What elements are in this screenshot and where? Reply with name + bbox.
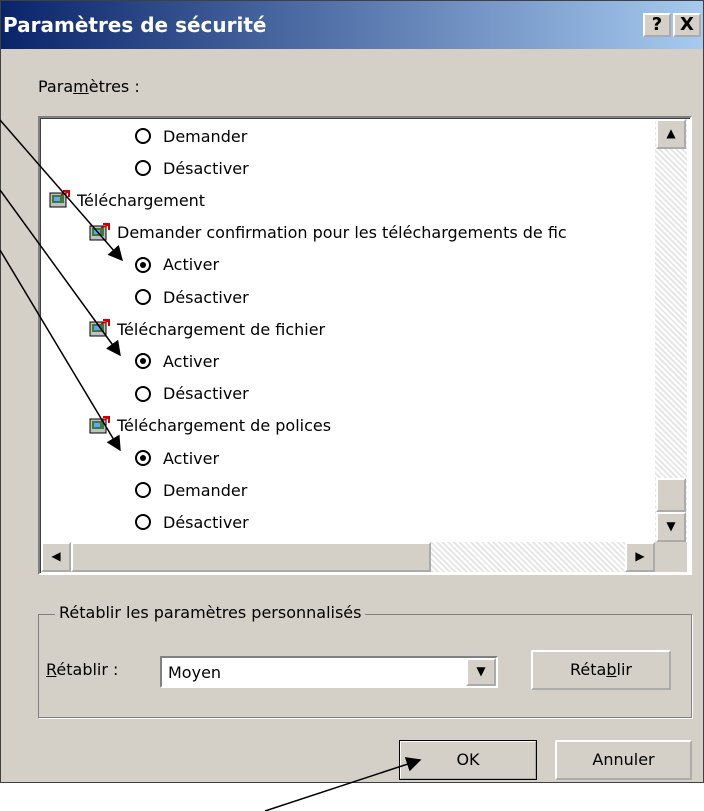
annotation-arrows [0, 119, 422, 811]
arrow-to-download-confirm [0, 119, 123, 262]
arrow-to-file-download [0, 189, 121, 357]
arrow-to-font-download [0, 249, 121, 452]
arrow-to-ok-button [264, 757, 422, 811]
